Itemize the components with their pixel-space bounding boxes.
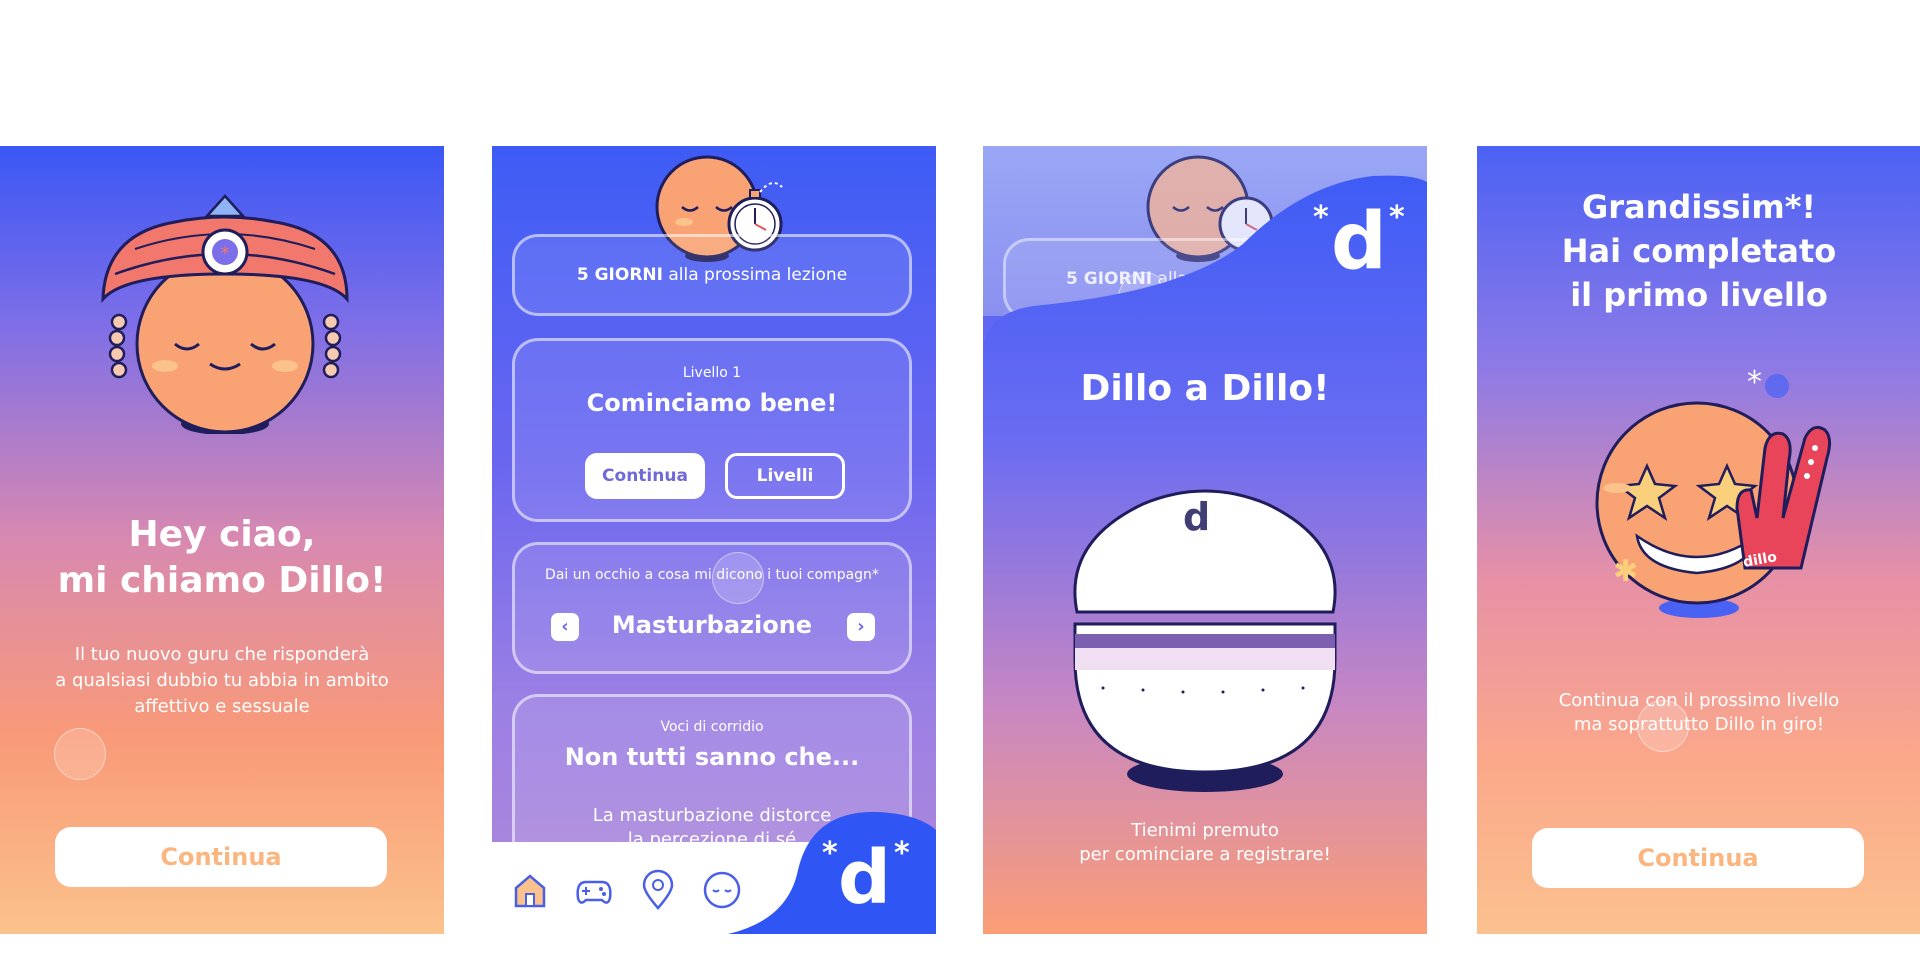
dillo-logo[interactable]: * d * bbox=[1313, 196, 1409, 292]
welcome-desc-line3: affettivo e sessuale bbox=[134, 696, 310, 717]
svg-text:*: * bbox=[221, 243, 230, 264]
welcome-title-line1: Hey ciao, bbox=[128, 514, 316, 555]
rumors-title: Non tutti sanno che... bbox=[564, 743, 860, 771]
welcome-desc-line2: a qualsiasi dubbio tu abbia in ambito bbox=[55, 670, 389, 691]
star-eyes-mascot-illustration: * bbox=[1595, 368, 1832, 618]
countdown-days: 5 GIORNI bbox=[576, 265, 663, 285]
gamepad-icon[interactable] bbox=[572, 868, 616, 912]
welcome-desc-line1: Il tuo nuovo guru che risponderà bbox=[74, 644, 370, 665]
touch-indicator bbox=[1637, 700, 1689, 752]
continue-button[interactable]: Continua bbox=[1532, 828, 1864, 888]
countdown-card: 5 GIORNI alla prossima lezione bbox=[512, 234, 912, 316]
logo-star-left: * bbox=[822, 836, 838, 871]
location-pin-icon[interactable] bbox=[636, 868, 680, 912]
record-hint-line1: Tienimi premuto bbox=[1131, 820, 1279, 841]
sparkle-icon: ✱ bbox=[1613, 554, 1639, 589]
level-title: Cominciamo bene! bbox=[586, 389, 838, 417]
screen-home: 5 GIORNI alla prossima lezione Livello 1… bbox=[492, 146, 936, 934]
complete-title-line1: Grandissim*! bbox=[1581, 188, 1817, 226]
logo-letter: d bbox=[1331, 197, 1387, 287]
level-continue-button[interactable]: Continua bbox=[585, 453, 705, 499]
level-label: Livello 1 bbox=[682, 365, 742, 381]
level-card: Livello 1 Cominciamo bene! Continua Live… bbox=[512, 338, 912, 522]
levels-button[interactable]: Livelli bbox=[725, 453, 845, 499]
dillo-logo[interactable]: * d * bbox=[822, 836, 912, 926]
touch-indicator bbox=[54, 728, 106, 780]
logo-star-left: * bbox=[1313, 200, 1329, 235]
next-topic-button[interactable]: › bbox=[847, 613, 875, 641]
countdown-text: alla prossima lezione bbox=[662, 265, 848, 285]
touch-indicator bbox=[712, 552, 764, 604]
svg-text:*: * bbox=[1747, 368, 1762, 400]
rumors-label: Voci di corridio bbox=[660, 719, 764, 735]
guru-mascot-illustration: * bbox=[101, 194, 349, 434]
complete-desc-line2: ma soprattutto Dillo in giro! bbox=[1573, 714, 1825, 735]
record-hint-line2: per cominciare a registrare! bbox=[1079, 844, 1331, 865]
complete-desc-line1: Continua con il prossimo livello bbox=[1558, 690, 1840, 711]
complete-title-line2: Hai completato bbox=[1561, 232, 1837, 270]
logo-star-right: * bbox=[894, 836, 910, 871]
chevron-right-icon: › bbox=[857, 616, 865, 637]
screen-level-complete: Grandissim*! Hai completato il primo liv… bbox=[1477, 146, 1920, 934]
svg-text:d: d bbox=[1183, 495, 1210, 539]
dillo-ball-record-button[interactable]: d bbox=[1063, 482, 1347, 792]
peers-card: Dai un occhio a cosa mi dicono i tuoi co… bbox=[512, 542, 912, 674]
continue-button[interactable]: Continua bbox=[55, 827, 387, 887]
complete-title-line3: il primo livello bbox=[1570, 276, 1828, 314]
record-title: Dillo a Dillo! bbox=[1080, 368, 1330, 409]
home-icon[interactable] bbox=[508, 868, 552, 912]
logo-letter: d bbox=[838, 835, 891, 921]
welcome-title-line2: mi chiamo Dillo! bbox=[57, 560, 387, 601]
screen-welcome: * Hey ciao, mi chiamo Dillo! Il tuo nuov… bbox=[0, 146, 444, 934]
screen-record: 5 GIORNI alla prossi * d * Dillo a Dillo… bbox=[983, 146, 1427, 934]
logo-star-right: * bbox=[1389, 200, 1405, 235]
